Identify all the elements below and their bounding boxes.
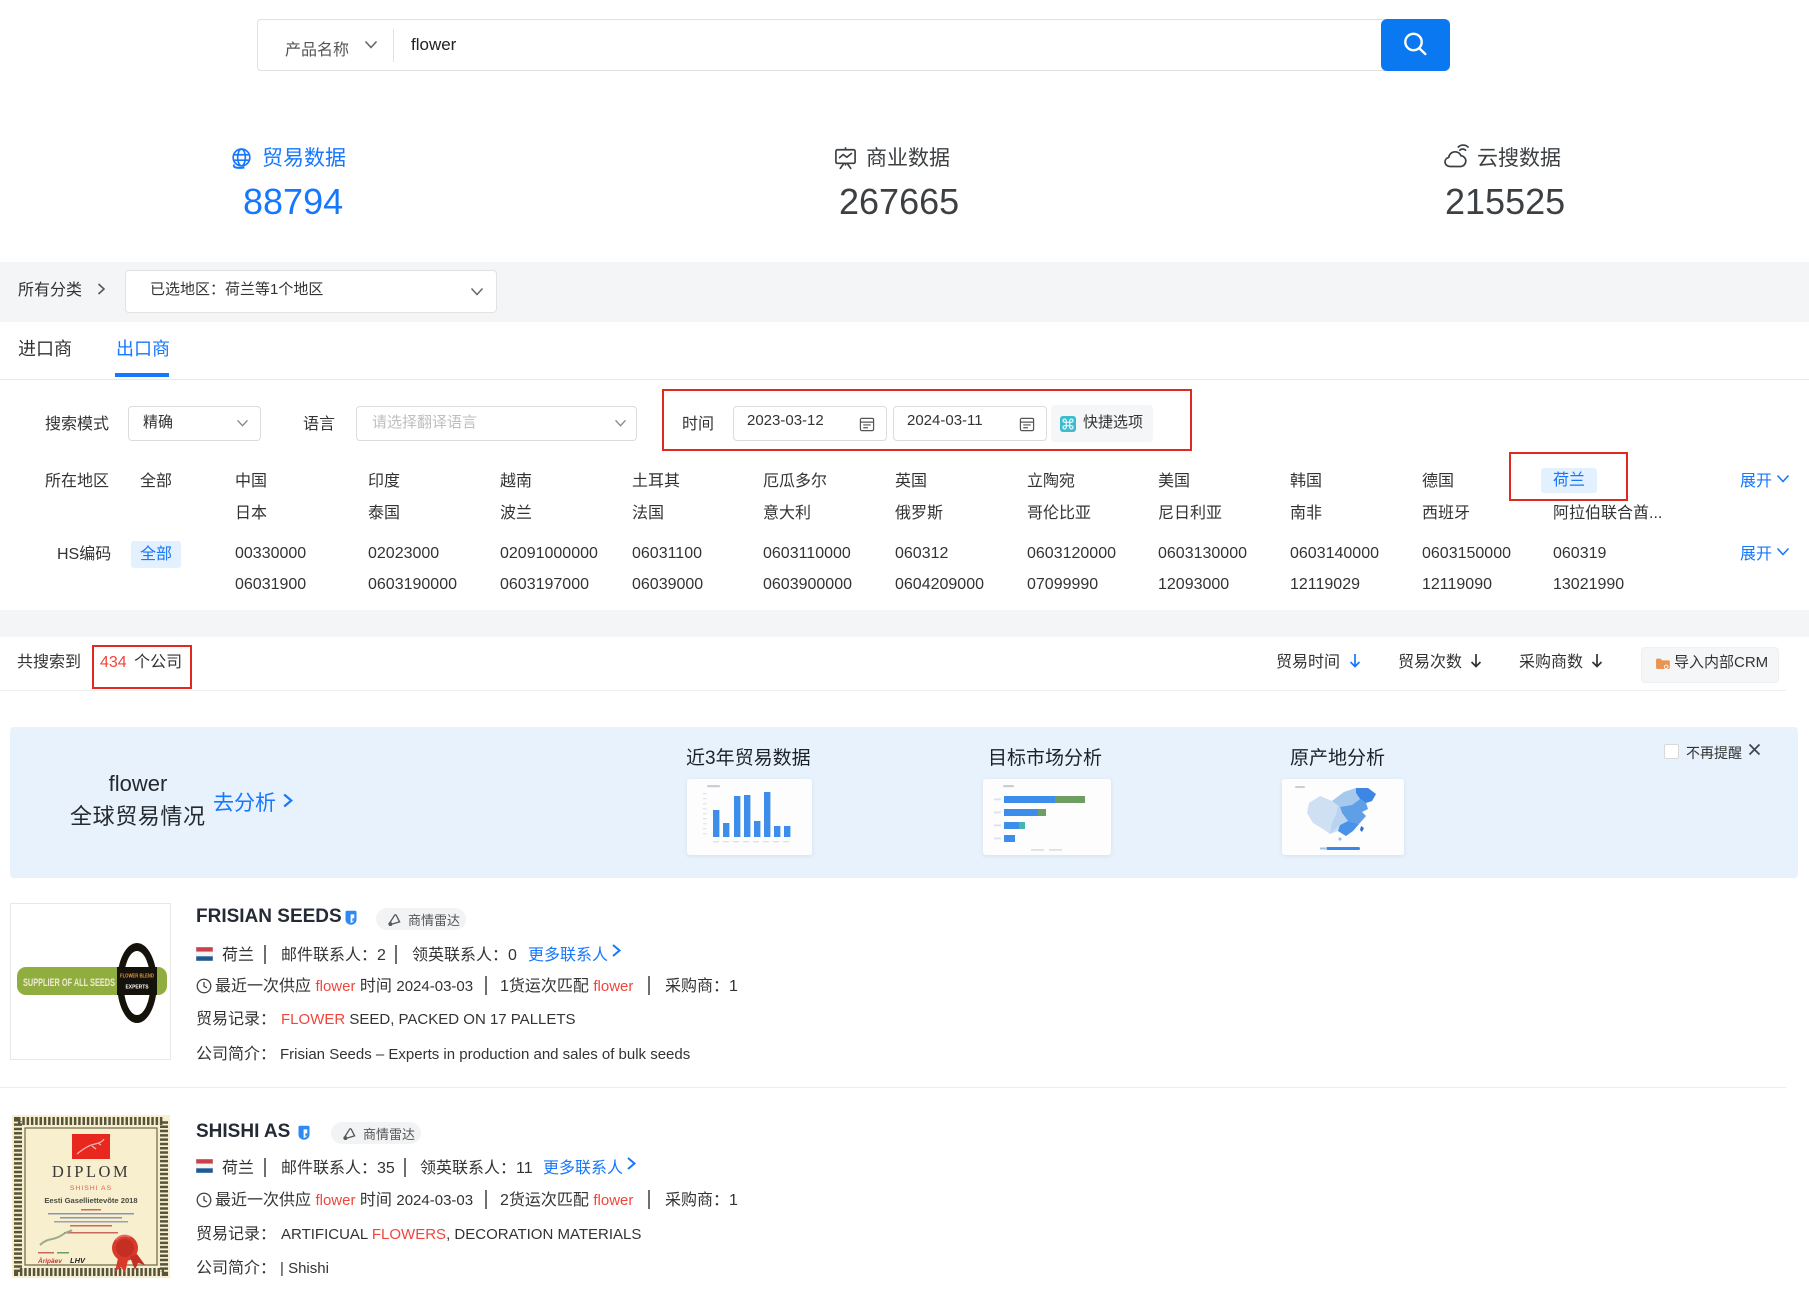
svg-text:SHISHI AS: SHISHI AS <box>70 1185 112 1192</box>
svg-text:EXPERTS: EXPERTS <box>126 985 149 991</box>
svg-text:DIPLOM: DIPLOM <box>52 1162 130 1181</box>
svg-text:LHV: LHV <box>70 1256 86 1265</box>
svg-text:Äripäev: Äripäev <box>37 1257 62 1265</box>
svg-text:SUPPLIER OF ALL SEEDS: SUPPLIER OF ALL SEEDS <box>23 977 115 989</box>
svg-text:FLOWER BLEND: FLOWER BLEND <box>120 974 154 980</box>
svg-text:Eesti Gaselliettevõte 2018: Eesti Gaselliettevõte 2018 <box>44 1196 137 1205</box>
